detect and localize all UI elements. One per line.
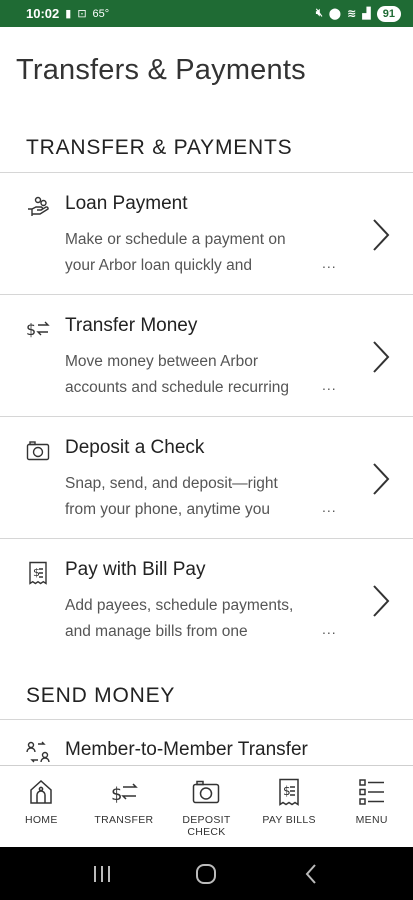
item-title: Transfer Money — [65, 315, 198, 336]
item-title: Pay with Bill Pay — [65, 559, 206, 580]
bill-icon: $ — [279, 778, 299, 806]
wifi-icon: ≋ — [347, 8, 357, 20]
list-item-loan-payment[interactable]: Loan Payment Make or schedule a payment … — [0, 173, 413, 295]
item-description: Snap, send, and deposit—right from your … — [65, 471, 325, 523]
item-desc-line: Move money between Arbor — [65, 353, 258, 370]
item-desc-line: Snap, send, and deposit—right — [65, 475, 278, 492]
more-indicator: ... — [322, 377, 337, 393]
list-item-deposit-check[interactable]: Deposit a Check Snap, send, and deposit—… — [0, 417, 413, 539]
back-icon — [305, 863, 316, 884]
signal-icon: ▟ — [362, 8, 371, 20]
bottom-nav: HOME $ TRANSFER DEPOSIT CHECK $ PAY BILL… — [0, 765, 413, 847]
nav-pay-bills[interactable]: $ PAY BILLS — [248, 766, 331, 847]
nav-label: MENU — [355, 814, 388, 826]
nav-transfer[interactable]: $ TRANSFER — [83, 766, 166, 847]
nav-deposit-check[interactable]: DEPOSIT CHECK — [165, 766, 248, 847]
list-item-transfer-money[interactable]: $ Transfer Money Move money between Arbo… — [0, 295, 413, 417]
page-title: Transfers & Payments — [16, 54, 306, 86]
svg-text:$: $ — [283, 784, 291, 798]
recent-apps-icon — [94, 865, 111, 882]
back-button[interactable] — [291, 859, 331, 889]
list-item-member-transfer[interactable]: Member-to-Member Transfer — [0, 720, 413, 765]
section-header-transfer-payments: TRANSFER & PAYMENTS — [26, 136, 293, 159]
chevron-right-icon[interactable] — [370, 583, 392, 619]
list-item-pay-bills[interactable]: $ Pay with Bill Pay Add payees, schedule… — [0, 539, 413, 661]
chevron-right-icon[interactable] — [370, 217, 392, 253]
home-icon — [30, 779, 53, 804]
item-desc-line: Add payees, schedule payments, — [65, 597, 294, 614]
status-temp: 65° — [92, 7, 110, 20]
menu-icon — [358, 779, 384, 805]
camera-icon — [26, 441, 50, 461]
nav-label: PAY BILLS — [262, 814, 316, 826]
item-title: Loan Payment — [65, 193, 188, 214]
more-indicator: ... — [322, 499, 337, 515]
member-transfer-icon — [26, 741, 50, 763]
home-circle-icon — [196, 863, 217, 884]
battery-indicator: 91 — [376, 5, 401, 22]
system-nav-bar — [0, 847, 413, 900]
more-indicator: ... — [322, 621, 337, 637]
transfer-icon: $ — [111, 783, 138, 805]
section-header-send-money: SEND MONEY — [26, 684, 176, 707]
item-title: Deposit a Check — [65, 437, 205, 458]
item-description: Make or schedule a payment on your Arbor… — [65, 227, 325, 279]
camera-icon — [193, 780, 220, 804]
svg-text:$: $ — [33, 566, 40, 579]
status-bar: 10:02 ▮ ⊡ 65° 🔇︎ ⬤ ≋ ▟ 91 — [0, 0, 413, 27]
status-right: 🔇︎ ⬤ ≋ ▟ 91 — [315, 5, 401, 22]
item-desc-line: and manage bills from one — [65, 623, 248, 640]
status-time: 10:02 — [26, 6, 60, 21]
mute-icon: 🔇︎ — [315, 7, 323, 19]
screenshot-icon: ⊡ — [77, 8, 87, 20]
item-description: Add payees, schedule payments, and manag… — [65, 593, 325, 645]
svg-text:$: $ — [26, 320, 36, 339]
item-desc-line: accounts and schedule recurring — [65, 379, 290, 396]
nav-menu[interactable]: MENU — [330, 766, 413, 847]
chevron-right-icon[interactable] — [370, 339, 392, 375]
item-title: Member-to-Member Transfer — [65, 739, 308, 760]
nav-home[interactable]: HOME — [0, 766, 83, 847]
item-desc-line: your Arbor loan quickly and — [65, 257, 252, 274]
item-desc-line: Make or schedule a payment on — [65, 231, 286, 248]
nav-label: HOME — [24, 814, 58, 826]
teams-icon: ▮ — [65, 8, 72, 20]
more-indicator: ... — [322, 255, 337, 271]
hand-coins-icon — [28, 196, 49, 216]
status-left: 10:02 ▮ ⊡ 65° — [26, 6, 109, 21]
item-desc-line: from your phone, anytime you — [65, 501, 271, 518]
nav-label: DEPOSIT CHECK — [182, 814, 231, 838]
chevron-right-icon[interactable] — [370, 461, 392, 497]
item-description: Move money between Arbor accounts and sc… — [65, 349, 325, 401]
svg-text:$: $ — [111, 784, 122, 805]
location-icon: ⬤ — [328, 8, 342, 20]
home-system-button[interactable] — [186, 859, 226, 889]
nav-label: TRANSFER — [94, 814, 154, 826]
bill-icon: $ — [29, 561, 47, 585]
transfer-icon: $ — [26, 320, 50, 339]
recent-apps-button[interactable] — [82, 859, 122, 889]
